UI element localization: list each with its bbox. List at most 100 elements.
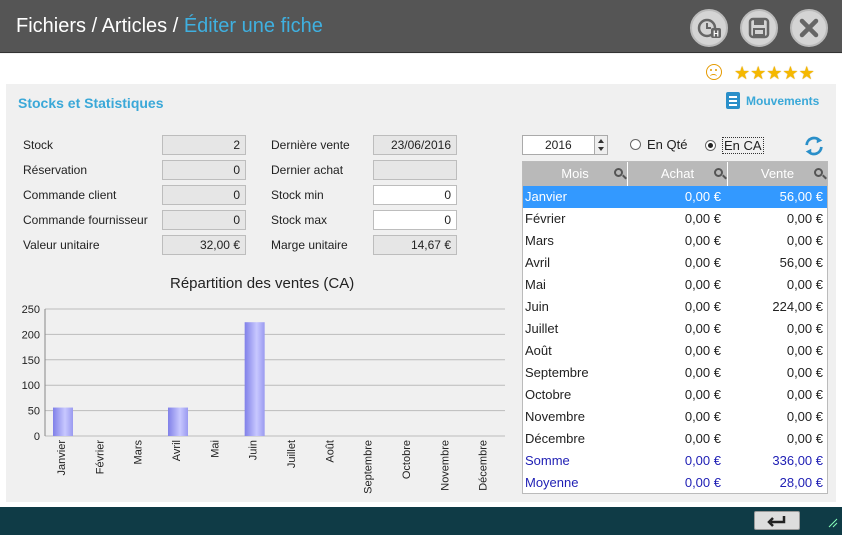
x-tick-label: Décembre <box>478 440 490 491</box>
table-total-row[interactable]: Somme 0,00 € 336,00 € <box>523 450 827 472</box>
stock-min-input[interactable]: 0 <box>373 185 457 205</box>
table-row[interactable]: Octobre 0,00 € 0,00 € <box>523 384 827 406</box>
year-spinner[interactable]: 2016 <box>522 135 608 155</box>
stock-min-label: Stock min <box>271 188 324 202</box>
chart-title: Répartition des ventes (CA) <box>170 275 355 292</box>
commande-client-label: Commande client <box>23 188 117 202</box>
radio-dot[interactable] <box>630 139 641 150</box>
table-row[interactable]: Juin 0,00 € 224,00 € <box>523 296 827 318</box>
cell-vente: 0,00 € <box>786 431 823 446</box>
history-button[interactable]: H <box>690 9 728 47</box>
table-header: Mois Achat Vente <box>523 162 827 186</box>
x-tick-label: Juillet <box>286 440 298 468</box>
cell-vente: 0,00 € <box>786 211 823 226</box>
marge-unitaire-label: Marge unitaire <box>271 238 348 252</box>
rating-stars[interactable]: ★★★★★ <box>734 63 815 84</box>
radio-dot-selected[interactable] <box>705 140 716 151</box>
cell-mois: Juillet <box>525 321 559 336</box>
cell-vente: 0,00 € <box>786 233 823 248</box>
table-row[interactable]: Mars 0,00 € 0,00 € <box>523 230 827 252</box>
back-button[interactable] <box>754 511 800 530</box>
x-tick-label: Septembre <box>363 440 375 494</box>
cell-mois: Avril <box>525 255 551 270</box>
radio-en-ca[interactable]: En CA <box>705 137 764 154</box>
breadcrumb-sep: / <box>86 15 102 37</box>
resize-grip-icon[interactable] <box>828 518 838 528</box>
stock-max-input[interactable]: 0 <box>373 210 457 230</box>
cell-achat: 0,00 € <box>684 211 721 226</box>
y-tick-label: 150 <box>22 355 40 367</box>
y-tick-label: 0 <box>34 431 40 443</box>
cell-mois: Janvier <box>525 189 567 204</box>
svg-text:H: H <box>713 30 719 39</box>
table-row[interactable]: Janvier 0,00 € 56,00 € <box>523 186 827 208</box>
table-total-row[interactable]: Moyenne 0,00 € 28,00 € <box>523 472 827 494</box>
derniere-vente-label: Dernière vente <box>271 138 350 152</box>
valeur-unitaire-field: 32,00 € <box>162 235 246 255</box>
x-tick-label: Mars <box>133 440 145 465</box>
spinner-arrows-icon[interactable] <box>594 136 607 154</box>
title-bar: Fichiers / Articles / Éditer une fiche H <box>0 0 842 53</box>
table-row[interactable]: Mai 0,00 € 0,00 € <box>523 274 827 296</box>
cell-vente: 56,00 € <box>779 189 823 204</box>
save-button[interactable] <box>740 9 778 47</box>
search-icon[interactable] <box>814 168 823 177</box>
x-tick-label: Août <box>324 440 336 463</box>
refresh-icon[interactable] <box>803 135 825 157</box>
close-button[interactable] <box>790 9 828 47</box>
close-icon <box>799 18 819 38</box>
table-row[interactable]: Novembre 0,00 € 0,00 € <box>523 406 827 428</box>
cell-achat: 0,00 € <box>684 343 721 358</box>
table-row[interactable]: Septembre 0,00 € 0,00 € <box>523 362 827 384</box>
cell-achat: 0,00 € <box>684 387 721 402</box>
column-header-label: Achat <box>660 166 695 181</box>
year-value: 2016 <box>545 138 572 152</box>
y-tick-label: 250 <box>22 304 40 316</box>
table-row[interactable]: Février 0,00 € 0,00 € <box>523 208 827 230</box>
cell-achat: 0,00 € <box>684 365 721 380</box>
cell-mois: Mai <box>525 277 546 292</box>
star-icon[interactable]: ★ <box>782 63 798 83</box>
radio-en-ca-label: En CA <box>722 137 764 154</box>
table-row[interactable]: Juillet 0,00 € 0,00 € <box>523 318 827 340</box>
mouvements-label: Mouvements <box>746 93 820 108</box>
breadcrumb-articles[interactable]: Articles <box>102 15 168 37</box>
breadcrumb-fichiers[interactable]: Fichiers <box>16 15 86 37</box>
x-tick-label: Février <box>94 440 106 475</box>
radio-en-qte[interactable]: En Qté <box>630 137 687 152</box>
cell-vente: 224,00 € <box>772 299 823 314</box>
search-icon[interactable] <box>714 168 723 177</box>
column-header-vente[interactable]: Vente <box>728 162 827 186</box>
table-row[interactable]: Août 0,00 € 0,00 € <box>523 340 827 362</box>
valeur-unitaire-label: Valeur unitaire <box>23 238 100 252</box>
mouvements-link[interactable]: Mouvements <box>726 92 819 109</box>
x-tick-label: Mai <box>209 440 221 458</box>
table-row[interactable]: Décembre 0,00 € 0,00 € <box>523 428 827 450</box>
cell-vente: 56,00 € <box>779 255 823 270</box>
star-icon[interactable]: ★ <box>766 63 782 83</box>
footer-bar <box>0 507 842 535</box>
marge-unitaire-field: 14,67 € <box>373 235 457 255</box>
table-row[interactable]: Avril 0,00 € 56,00 € <box>523 252 827 274</box>
cell-mois: Novembre <box>525 409 585 424</box>
column-header-mois[interactable]: Mois <box>523 162 628 186</box>
floppy-icon <box>748 17 770 39</box>
star-icon[interactable]: ★ <box>799 63 815 83</box>
cell-mois: Septembre <box>525 365 589 380</box>
cell-achat: 0,00 € <box>684 453 721 468</box>
monthly-table: Mois Achat Vente Janvier 0,00 € 56,00 € Fév… <box>522 161 828 494</box>
search-icon[interactable] <box>614 168 623 177</box>
commande-client-field: 0 <box>162 185 246 205</box>
y-tick-label: 200 <box>22 329 40 341</box>
star-icon[interactable]: ★ <box>734 63 750 83</box>
breadcrumb-current: Éditer une fiche <box>183 15 323 37</box>
cell-vente: 0,00 € <box>786 343 823 358</box>
reservation-field: 0 <box>162 160 246 180</box>
x-tick-label: Juin <box>248 440 260 460</box>
x-tick-label: Novembre <box>439 440 451 491</box>
document-list-icon <box>726 92 740 109</box>
star-icon[interactable]: ★ <box>750 63 766 83</box>
sad-face-icon[interactable] <box>706 64 722 80</box>
column-header-achat[interactable]: Achat <box>628 162 728 186</box>
cell-achat: 0,00 € <box>684 321 721 336</box>
